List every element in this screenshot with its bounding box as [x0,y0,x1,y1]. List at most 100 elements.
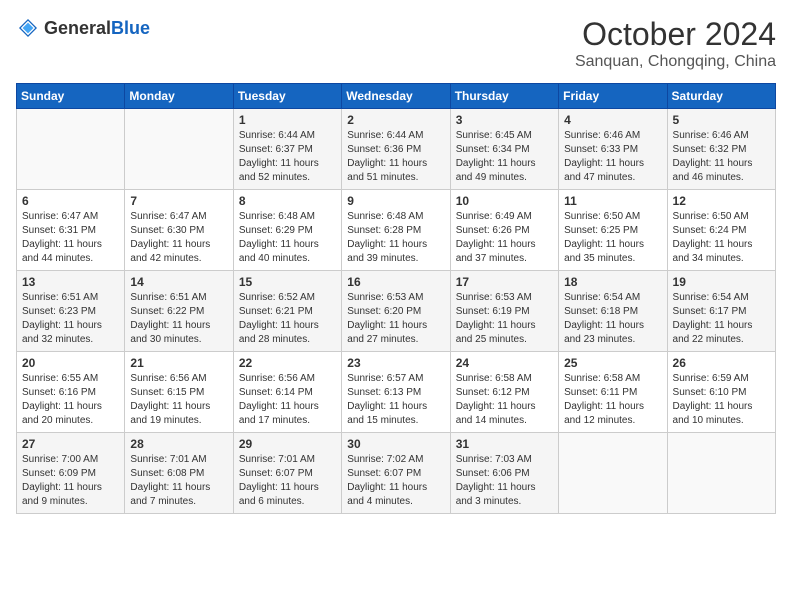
calendar-header: SundayMondayTuesdayWednesdayThursdayFrid… [17,84,776,109]
calendar-cell: 16 Sunrise: 6:53 AMSunset: 6:20 PMDayligh… [342,271,450,352]
calendar-cell: 12 Sunrise: 6:50 AMSunset: 6:24 PMDayligh… [667,190,775,271]
calendar-body: 1Sunrise: 6:44 AMSunset: 6:37 PMDaylight… [17,109,776,514]
day-info: Sunrise: 7:01 AMSunset: 6:08 PMDaylight:… [130,453,227,509]
calendar-cell: 31 Sunrise: 7:03 AMSunset: 6:06 PMDayligh… [450,433,558,514]
weekday-header-sunday: Sunday [17,84,125,109]
calendar-cell: 26Sunrise: 6:59 AMSunset: 6:10 PMDayligh… [667,352,775,433]
calendar-cell: 1Sunrise: 6:44 AMSunset: 6:37 PMDaylight… [233,109,341,190]
calendar-cell: 19Sunrise: 6:54 AMSunset: 6:17 PMDayligh… [667,271,775,352]
day-number: 29 [239,437,336,451]
day-number: 7 [130,194,227,208]
day-number: 30 [347,437,444,451]
logo: GeneralBlue [16,16,150,40]
calendar-cell: 8 Sunrise: 6:48 AMSunset: 6:29 PMDaylight… [233,190,341,271]
day-info: Sunrise: 6:57 AMSunset: 6:13 PMDaylight:… [347,372,444,428]
calendar-cell: 25 Sunrise: 6:58 AMSunset: 6:11 PMDayligh… [559,352,667,433]
day-number: 1 [239,113,336,127]
logo-icon [16,16,40,40]
day-info: Sunrise: 7:00 AMSunset: 6:09 PMDaylight:… [22,453,119,509]
weekday-header-saturday: Saturday [667,84,775,109]
calendar-cell: 5 Sunrise: 6:46 AMSunset: 6:32 PMDaylight… [667,109,775,190]
day-info: Sunrise: 6:47 AMSunset: 6:31 PMDaylight:… [22,210,119,266]
weekday-header-friday: Friday [559,84,667,109]
page-header: GeneralBlue October 2024 Sanquan, Chongq… [16,16,776,71]
day-number: 31 [456,437,553,451]
day-info: Sunrise: 6:46 AMSunset: 6:32 PMDaylight:… [673,129,770,185]
day-number: 9 [347,194,444,208]
day-number: 8 [239,194,336,208]
weekday-header-tuesday: Tuesday [233,84,341,109]
day-info: Sunrise: 6:54 AMSunset: 6:18 PMDaylight:… [564,291,661,347]
day-info: Sunrise: 7:02 AMSunset: 6:07 PMDaylight:… [347,453,444,509]
day-number: 10 [456,194,553,208]
day-info: Sunrise: 6:53 AMSunset: 6:19 PMDaylight:… [456,291,553,347]
day-info: Sunrise: 6:52 AMSunset: 6:21 PMDaylight:… [239,291,336,347]
calendar-cell: 28 Sunrise: 7:01 AMSunset: 6:08 PMDayligh… [125,433,233,514]
day-info: Sunrise: 6:47 AMSunset: 6:30 PMDaylight:… [130,210,227,266]
day-info: Sunrise: 6:56 AMSunset: 6:15 PMDaylight:… [130,372,227,428]
calendar-cell: 6Sunrise: 6:47 AMSunset: 6:31 PMDaylight… [17,190,125,271]
day-info: Sunrise: 6:51 AMSunset: 6:23 PMDaylight:… [22,291,119,347]
day-number: 13 [22,275,119,289]
calendar-cell: 27Sunrise: 7:00 AMSunset: 6:09 PMDayligh… [17,433,125,514]
calendar-cell: 15 Sunrise: 6:52 AMSunset: 6:21 PMDayligh… [233,271,341,352]
logo-general: General [44,18,111,38]
day-number: 3 [456,113,553,127]
calendar-cell: 17 Sunrise: 6:53 AMSunset: 6:19 PMDayligh… [450,271,558,352]
day-number: 17 [456,275,553,289]
calendar-week-1: 6Sunrise: 6:47 AMSunset: 6:31 PMDaylight… [17,190,776,271]
day-info: Sunrise: 6:48 AMSunset: 6:28 PMDaylight:… [347,210,444,266]
day-number: 14 [130,275,227,289]
weekday-header-monday: Monday [125,84,233,109]
calendar-cell: 29Sunrise: 7:01 AMSunset: 6:07 PMDayligh… [233,433,341,514]
logo-blue: Blue [111,18,150,38]
calendar-cell [667,433,775,514]
day-info: Sunrise: 6:56 AMSunset: 6:14 PMDaylight:… [239,372,336,428]
calendar-cell: 2Sunrise: 6:44 AMSunset: 6:36 PMDaylight… [342,109,450,190]
day-info: Sunrise: 6:50 AMSunset: 6:24 PMDaylight:… [673,210,770,266]
calendar-cell [17,109,125,190]
calendar-cell: 23 Sunrise: 6:57 AMSunset: 6:13 PMDayligh… [342,352,450,433]
day-info: Sunrise: 7:03 AMSunset: 6:06 PMDaylight:… [456,453,553,509]
day-info: Sunrise: 6:53 AMSunset: 6:20 PMDaylight:… [347,291,444,347]
title-area: October 2024 Sanquan, Chongqing, China [575,16,776,71]
day-info: Sunrise: 6:48 AMSunset: 6:29 PMDaylight:… [239,210,336,266]
calendar-cell: 7 Sunrise: 6:47 AMSunset: 6:30 PMDaylight… [125,190,233,271]
day-info: Sunrise: 6:54 AMSunset: 6:17 PMDaylight:… [673,291,770,347]
location-title: Sanquan, Chongqing, China [575,53,776,71]
calendar-cell: 20Sunrise: 6:55 AMSunset: 6:16 PMDayligh… [17,352,125,433]
day-number: 2 [347,113,444,127]
day-number: 25 [564,356,661,370]
day-number: 15 [239,275,336,289]
day-info: Sunrise: 6:58 AMSunset: 6:11 PMDaylight:… [564,372,661,428]
calendar-week-4: 27Sunrise: 7:00 AMSunset: 6:09 PMDayligh… [17,433,776,514]
day-info: Sunrise: 6:45 AMSunset: 6:34 PMDaylight:… [456,129,553,185]
calendar-cell: 24Sunrise: 6:58 AMSunset: 6:12 PMDayligh… [450,352,558,433]
calendar-table: SundayMondayTuesdayWednesdayThursdayFrid… [16,83,776,514]
day-number: 11 [564,194,661,208]
calendar-week-2: 13 Sunrise: 6:51 AMSunset: 6:23 PMDayligh… [17,271,776,352]
weekday-header-row: SundayMondayTuesdayWednesdayThursdayFrid… [17,84,776,109]
calendar-cell: 13 Sunrise: 6:51 AMSunset: 6:23 PMDayligh… [17,271,125,352]
calendar-cell: 22 Sunrise: 6:56 AMSunset: 6:14 PMDayligh… [233,352,341,433]
day-number: 24 [456,356,553,370]
calendar-cell [559,433,667,514]
calendar-cell: 10Sunrise: 6:49 AMSunset: 6:26 PMDayligh… [450,190,558,271]
calendar-week-3: 20Sunrise: 6:55 AMSunset: 6:16 PMDayligh… [17,352,776,433]
day-number: 12 [673,194,770,208]
calendar-cell: 3 Sunrise: 6:45 AMSunset: 6:34 PMDaylight… [450,109,558,190]
day-number: 23 [347,356,444,370]
weekday-header-thursday: Thursday [450,84,558,109]
day-number: 28 [130,437,227,451]
weekday-header-wednesday: Wednesday [342,84,450,109]
day-number: 21 [130,356,227,370]
day-number: 16 [347,275,444,289]
calendar-cell: 18Sunrise: 6:54 AMSunset: 6:18 PMDayligh… [559,271,667,352]
day-number: 20 [22,356,119,370]
day-number: 22 [239,356,336,370]
day-number: 26 [673,356,770,370]
calendar-cell: 14Sunrise: 6:51 AMSunset: 6:22 PMDayligh… [125,271,233,352]
calendar-cell: 21 Sunrise: 6:56 AMSunset: 6:15 PMDayligh… [125,352,233,433]
day-number: 5 [673,113,770,127]
calendar-cell: 30 Sunrise: 7:02 AMSunset: 6:07 PMDayligh… [342,433,450,514]
